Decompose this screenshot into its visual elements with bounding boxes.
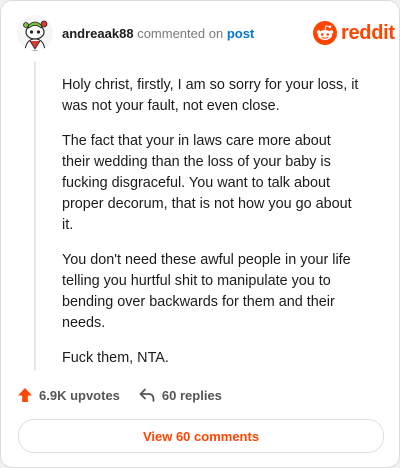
upvotes-stat[interactable]: 6.9K upvotes [17, 387, 120, 403]
upvotes-count: 6.9K upvotes [39, 387, 120, 403]
comment-paragraph: Fuck them, NTA. [62, 350, 169, 366]
snoo-avatar-icon [17, 15, 53, 51]
user-avatar[interactable] [17, 15, 53, 51]
reddit-wordmark: reddit [341, 22, 395, 44]
comment-stats: 6.9K upvotes 60 replies [17, 387, 222, 403]
comment-card: andreaak88 commented on post reddit Holy… [0, 0, 400, 468]
comment-paragraph: The fact that your in laws care more abo… [62, 133, 352, 233]
comment-paragraph: Holy christ, firstly, I am so sorry for … [62, 77, 359, 114]
comment-header: andreaak88 commented on post [62, 25, 254, 43]
post-link[interactable]: post [227, 26, 254, 41]
replies-count: 60 replies [161, 387, 222, 403]
username[interactable]: andreaak88 [62, 26, 134, 41]
upvote-arrow-icon [18, 388, 32, 402]
view-comments-button[interactable]: View 60 comments [18, 419, 384, 453]
replies-stat[interactable]: 60 replies [138, 387, 222, 403]
reddit-snoo-icon [313, 21, 337, 45]
comment-action-text: commented on [137, 26, 224, 41]
reddit-logo[interactable]: reddit [313, 21, 395, 45]
comment-paragraph: You don't need these awful people in you… [62, 252, 351, 331]
comment-body: Holy christ, firstly, I am so sorry for … [62, 75, 362, 383]
thread-line [34, 61, 36, 371]
reply-arrow-icon [139, 388, 155, 402]
